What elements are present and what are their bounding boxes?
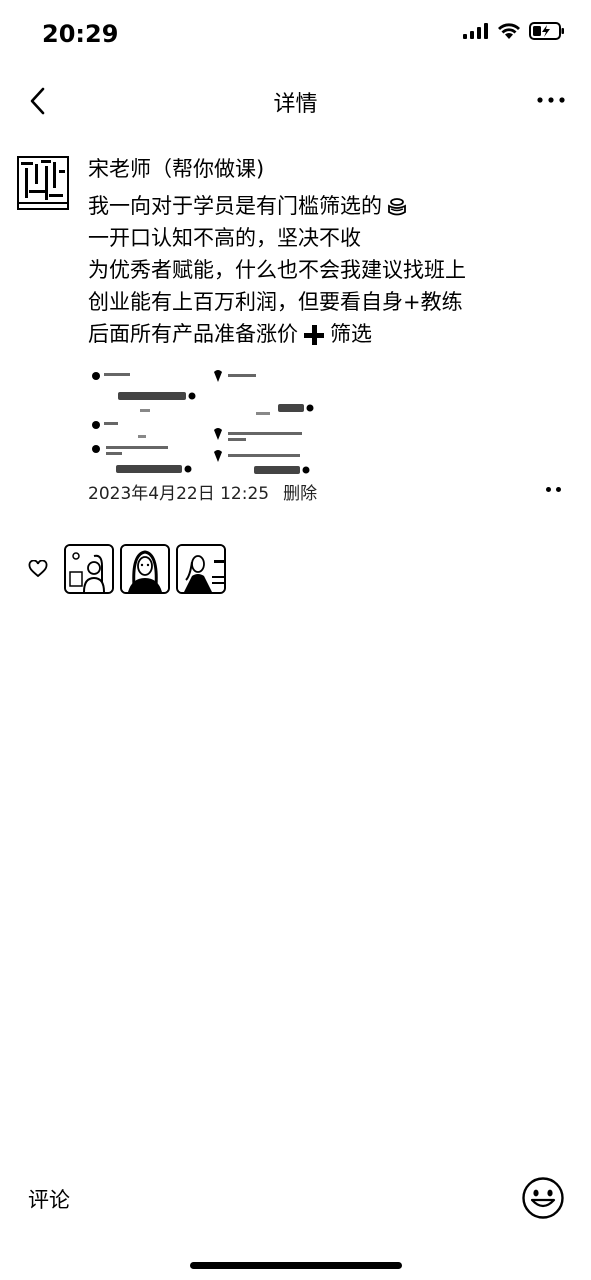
emoji-icon[interactable]	[521, 1176, 565, 1220]
page-title: 详情	[273, 92, 318, 117]
home-indicator[interactable]	[190, 1262, 402, 1269]
comment-bar: 评论	[0, 1170, 591, 1230]
dot	[556, 487, 561, 492]
plus-icon	[304, 325, 324, 345]
post-line: 创业能有上百万利润，但要看自身+教练	[88, 290, 463, 314]
heart-icon	[28, 560, 48, 578]
post-line: 后面所有产品准备涨价 筛选	[88, 322, 372, 346]
post-line: 为优秀者赋能，什么也不会我建议找班上	[88, 258, 466, 282]
post-line: 一开口认知不高的，坚决不收	[88, 226, 361, 250]
like-avatar[interactable]	[120, 544, 170, 594]
delete-button[interactable]: 删除	[283, 482, 317, 506]
more-icon	[537, 97, 565, 103]
avatar-image	[19, 158, 67, 208]
post-image[interactable]	[88, 362, 328, 480]
status-time: 20:29	[42, 20, 119, 48]
more-button[interactable]	[533, 88, 569, 112]
post-content: 我一向对于学员是有门槛筛选的 一开口认知不高的，坚决不收 为优秀者赋能，什么也不…	[88, 190, 558, 350]
status-icons	[463, 22, 565, 40]
avatar-image	[178, 546, 224, 592]
like-avatar[interactable]	[176, 544, 226, 594]
post-date: 2023年4月22日 12:25	[88, 484, 270, 504]
signal-icon	[463, 23, 488, 39]
avatar-image	[66, 546, 112, 592]
cake-icon	[388, 198, 406, 216]
author-name[interactable]: 宋老师（帮你做课)	[88, 154, 264, 184]
comment-input[interactable]: 评论	[28, 1184, 70, 1214]
author-avatar[interactable]	[17, 156, 69, 210]
wifi-icon	[498, 23, 520, 39]
post-actions-button[interactable]	[546, 487, 561, 492]
dot	[546, 487, 551, 492]
post-meta: 2023年4月22日 12:25 删除	[88, 482, 317, 506]
status-bar: 20:29	[0, 0, 591, 70]
like-avatar[interactable]	[64, 544, 114, 594]
avatar-image	[122, 546, 168, 592]
post-line: 我一向对于学员是有门槛筛选的	[88, 190, 558, 222]
chat-screenshot-image	[92, 370, 314, 474]
battery-icon	[529, 22, 564, 40]
likes-row	[28, 544, 226, 594]
nav-bar: 详情	[0, 70, 591, 132]
